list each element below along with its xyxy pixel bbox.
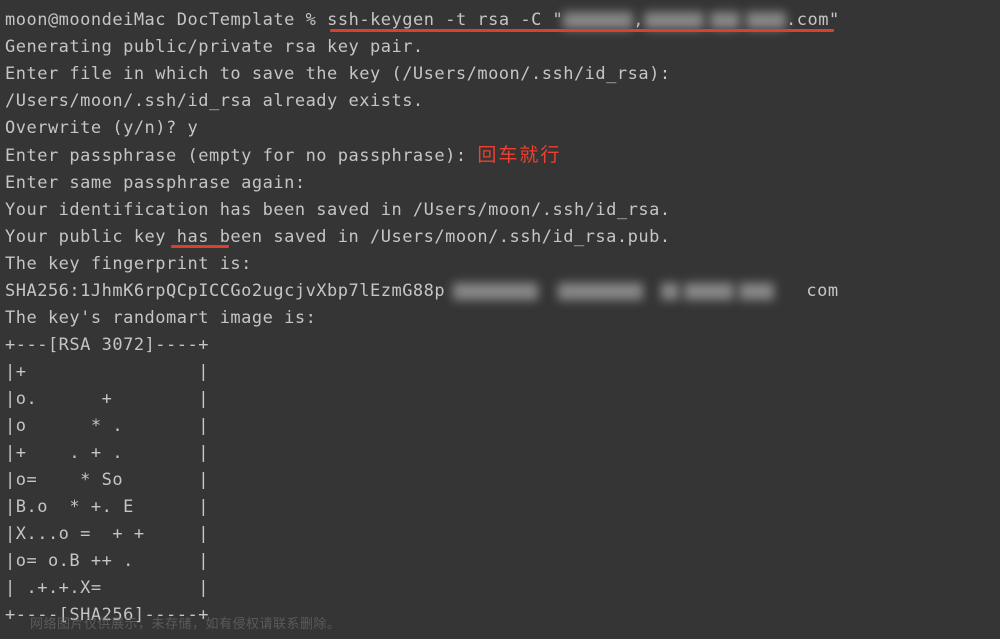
output-line-overwrite: Overwrite (y/n)? y [5,115,995,142]
randomart-line: | .+.+.X= | [5,575,995,602]
redacted-sha [558,283,643,300]
output-line: The key fingerprint is: [5,251,995,278]
output-line-passphrase: Enter passphrase (empty for no passphras… [5,142,995,170]
redacted-email-part [644,12,704,29]
prompt-line: moon@moondeiMac DocTemplate % ssh-keygen… [5,7,995,34]
sha256-suffix: com [806,281,838,301]
redacted-email-part [746,12,786,29]
randomart-line: |o= * So | [5,467,995,494]
command-part2: .com" [786,10,840,30]
redacted-sha [739,283,774,300]
output-line: Generating public/private rsa key pair. [5,34,995,61]
output-line: Enter same passphrase again: [5,170,995,197]
output-line: /Users/moon/.ssh/id_rsa already exists. [5,88,995,115]
output-line: The key's randomart image is: [5,305,995,332]
redacted-email-part [563,12,633,29]
prompt-symbol: % [306,10,317,30]
output-line: Your identification has been saved in /U… [5,197,995,224]
annotation-underline-yn [171,245,229,248]
randomart-line: |o. + | [5,386,995,413]
redacted-sha [453,283,538,300]
output-line: Your public key has been saved in /Users… [5,224,995,251]
randomart-line: |X...o = + + | [5,521,995,548]
prompt-dir: DocTemplate [177,10,295,30]
randomart-line: |B.o * +. E | [5,494,995,521]
randomart-line: |+ . + . | [5,440,995,467]
output-line: Enter file in which to save the key (/Us… [5,61,995,88]
sha256-prefix: SHA256:1JhmK6rpQCpICCGo2ugcjvXbp7lEzmG88… [5,281,445,301]
annotation-text: 回车就行 [477,144,561,166]
randomart-line: |o * . | [5,413,995,440]
terminal-output[interactable]: moon@moondeiMac DocTemplate % ssh-keygen… [5,7,995,629]
command-part1: ssh-keygen -t rsa -C " [327,10,563,30]
redacted-sha [684,283,734,300]
prompt-user-host: moon@moondeiMac [5,10,166,30]
redacted-sha [661,283,679,300]
overwrite-text: Overwrite (y/n)? y [5,118,198,138]
redacted-email-part [710,12,740,29]
watermark-text: 网络图片仅供展示，未存储，如有侵权请联系删除。 [30,610,341,637]
output-line-fingerprint: SHA256:1JhmK6rpQCpICCGo2ugcjvXbp7lEzmG88… [5,278,995,305]
annotation-underline-command [330,29,834,32]
passphrase-prompt: Enter passphrase (empty for no passphras… [5,146,477,166]
randomart-line: +---[RSA 3072]----+ [5,332,995,359]
randomart-line: |+ | [5,359,995,386]
randomart-line: |o= o.B ++ . | [5,548,995,575]
